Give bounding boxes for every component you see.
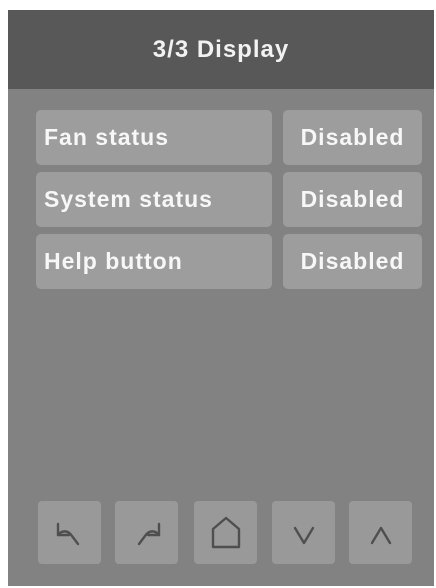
- help-button-value-button[interactable]: Disabled: [283, 234, 422, 289]
- forward-button[interactable]: [115, 501, 178, 564]
- display-screen: 3/3 Display Fan status Disabled System s…: [8, 10, 434, 586]
- fan-status-value-button[interactable]: Disabled: [283, 110, 422, 165]
- page-title: 3/3 Display: [152, 35, 290, 63]
- forward-icon: [137, 522, 160, 545]
- scroll-up-button[interactable]: [349, 501, 412, 564]
- system-status-label: System status: [36, 172, 272, 227]
- setting-row-system-status: System status Disabled: [36, 172, 422, 227]
- help-button-label: Help button: [36, 234, 272, 289]
- back-button[interactable]: [38, 501, 101, 564]
- setting-row-help-button: Help button Disabled: [36, 234, 422, 289]
- system-status-value-button[interactable]: Disabled: [283, 172, 422, 227]
- home-icon: [211, 516, 240, 548]
- fan-status-label: Fan status: [36, 110, 272, 165]
- scroll-down-button[interactable]: [272, 501, 335, 564]
- setting-row-fan-status: Fan status Disabled: [36, 110, 422, 165]
- screen-header: 3/3 Display: [8, 10, 434, 89]
- back-icon: [56, 522, 79, 545]
- chevron-up-icon: [370, 526, 391, 544]
- chevron-down-icon: [293, 526, 314, 544]
- home-button[interactable]: [194, 501, 257, 564]
